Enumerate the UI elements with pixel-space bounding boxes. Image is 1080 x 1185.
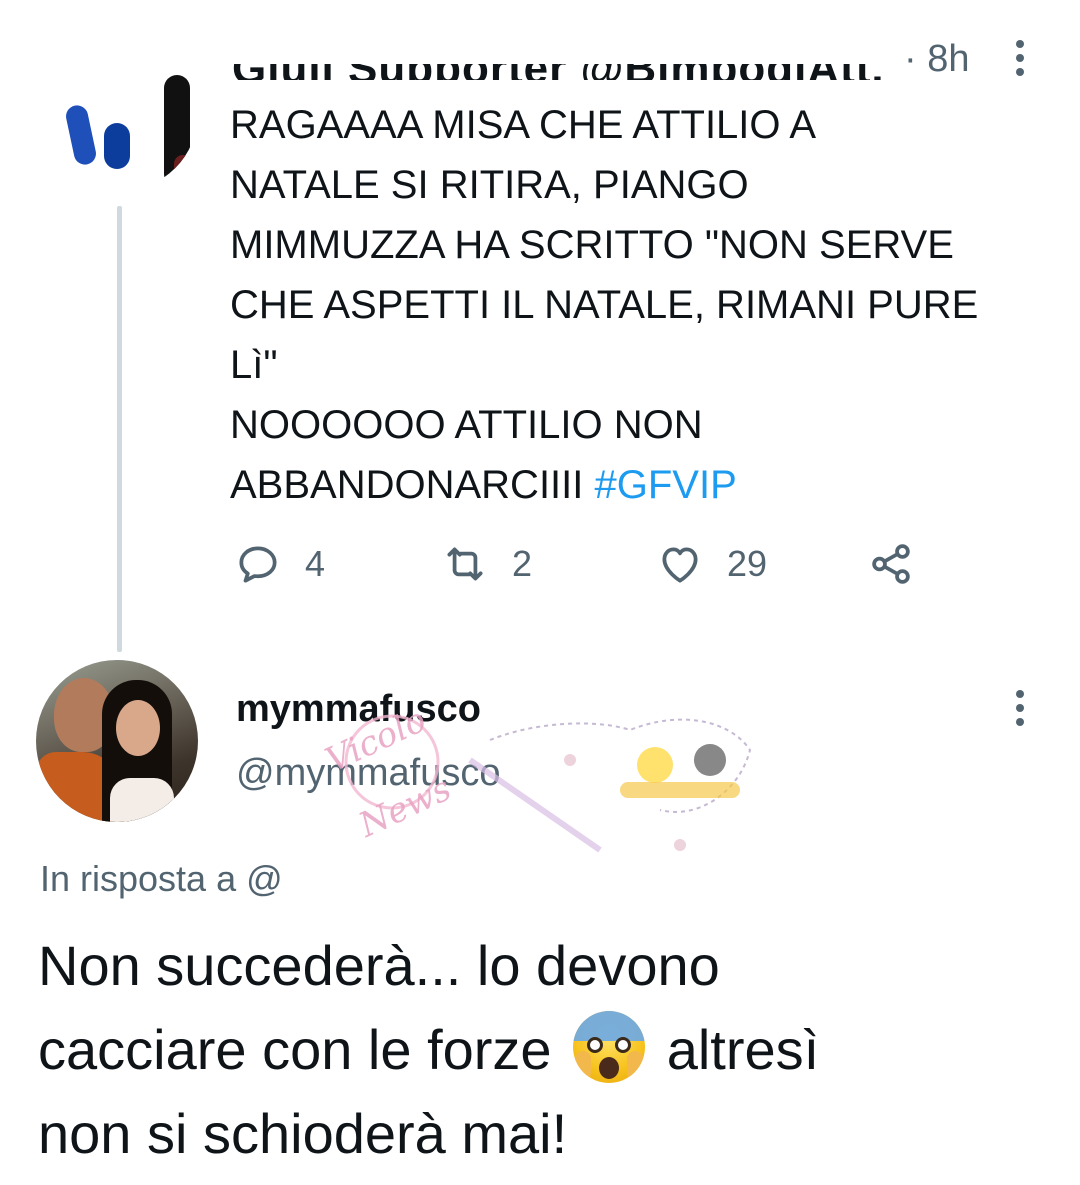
- reply-text-line-3: non si schioderà mai!: [38, 1102, 568, 1165]
- in-reply-to: In risposta a @: [40, 858, 603, 900]
- more-vertical-icon[interactable]: [1010, 38, 1030, 78]
- in-reply-to-label: In risposta a @: [40, 858, 283, 899]
- retweet-count: 2: [512, 543, 533, 584]
- hashtag-link[interactable]: #GFVIP: [595, 463, 737, 507]
- more-vertical-icon[interactable]: [1010, 688, 1030, 728]
- parent-tweet-time[interactable]: · 8h: [904, 38, 969, 81]
- in-reply-to-mention-obscured[interactable]: [283, 866, 603, 896]
- parent-tweet-body: RAGAAAA MISA CHE ATTILIO A NATALE SI RIT…: [230, 103, 979, 507]
- face-screaming-in-fear-emoji: [573, 1011, 646, 1083]
- reply-text-line-2: cacciare con le forze altresì: [38, 1008, 1038, 1092]
- parent-author-name-obscured[interactable]: Giuli Supporter @BimbodiAtt...: [232, 36, 882, 80]
- share-button[interactable]: [866, 538, 916, 590]
- retweet-button[interactable]: 2: [440, 538, 532, 590]
- like-count: 29: [727, 543, 768, 584]
- heart-icon: [662, 547, 698, 583]
- comment-icon: [239, 546, 277, 583]
- parent-author-avatar[interactable]: [42, 35, 198, 191]
- like-button[interactable]: 29: [655, 538, 767, 590]
- thread-connector-line: [117, 206, 122, 652]
- reply-author-avatar[interactable]: [36, 660, 198, 822]
- parent-tweet-text: RAGAAAA MISA CHE ATTILIO A NATALE SI RIT…: [230, 95, 1050, 515]
- reply-display-name[interactable]: mymmafusco: [236, 688, 481, 731]
- reply-tweet-text: Non succederà... lo devono cacciare con …: [38, 924, 1038, 1176]
- retweet-icon: [447, 547, 483, 581]
- share-icon: [872, 544, 910, 584]
- reply-text-line-1: Non succederà... lo devono: [38, 934, 720, 997]
- reply-handle[interactable]: @mymmafusco: [236, 752, 501, 795]
- reply-button[interactable]: 4: [233, 538, 325, 590]
- reply-count: 4: [305, 543, 326, 584]
